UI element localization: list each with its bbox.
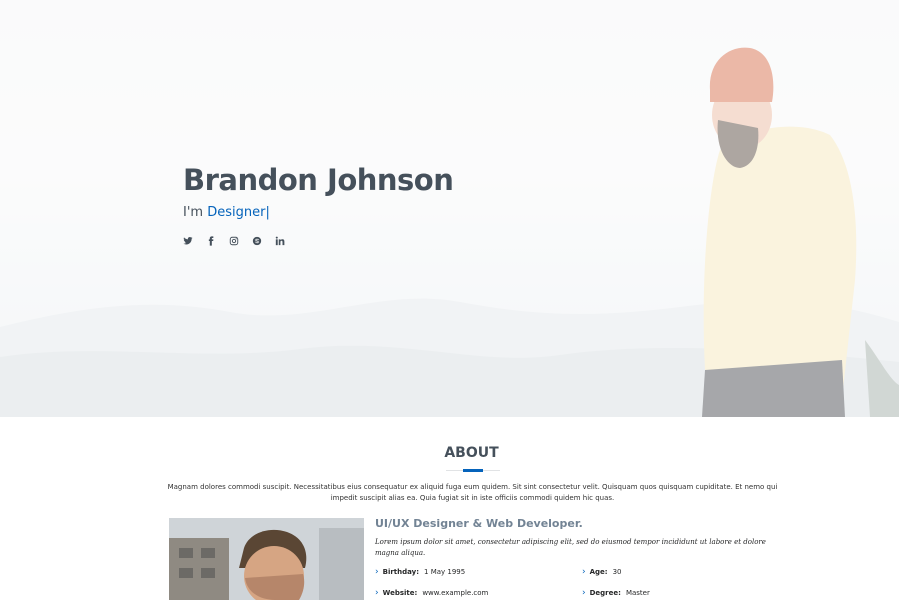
linkedin-link[interactable] [275,234,298,248]
info-birthday: › Birthday: 1 May 1995 [375,567,465,577]
typed-prefix: I'm [183,205,204,220]
instagram-icon [229,236,239,246]
about-section-title: ABOUT [444,445,499,461]
chevron-right-icon: › [582,567,586,577]
title-accent-bar [463,469,483,472]
typed-cursor: | [265,205,270,220]
age-label: Age: [589,568,608,576]
twitter-icon [183,237,193,245]
profile-photo [169,518,364,600]
instagram-link[interactable] [229,234,252,248]
hero-content: Brandon Johnson I'm Designer| [183,163,454,220]
hero-name: Brandon Johnson [183,163,454,197]
twitter-link[interactable] [183,234,206,248]
about-heading: UI/UX Designer & Web Developer. [375,517,583,530]
social-links [183,234,298,248]
chevron-right-icon: › [582,588,586,598]
hero-typed-line: I'm Designer| [183,205,453,220]
website-label: Website: [382,589,418,597]
degree-label: Degree: [589,589,621,597]
info-age: › Age: 30 [582,567,622,577]
info-website: › Website: www.example.com [375,588,488,598]
website-value: www.example.com [422,589,489,597]
age-value: 30 [612,568,622,576]
linkedin-icon [275,236,285,246]
typed-role: Designer [207,205,266,220]
profile-photo-image [169,518,364,600]
chevron-right-icon: › [375,588,379,598]
skype-link[interactable] [252,234,275,248]
skype-icon [252,236,262,246]
facebook-icon [208,236,214,246]
info-degree: › Degree: Master [582,588,650,598]
degree-value: Master [625,589,650,597]
facebook-link[interactable] [206,234,229,248]
birthday-value: 1 May 1995 [424,568,466,576]
about-lead-text: Lorem ipsum dolor sit amet, consectetur … [375,538,766,557]
birthday-label: Birthday: [382,568,420,576]
about-intro-text: Magnam dolores commodi suscipit. Necessi… [167,483,778,502]
chevron-right-icon: › [375,567,379,577]
